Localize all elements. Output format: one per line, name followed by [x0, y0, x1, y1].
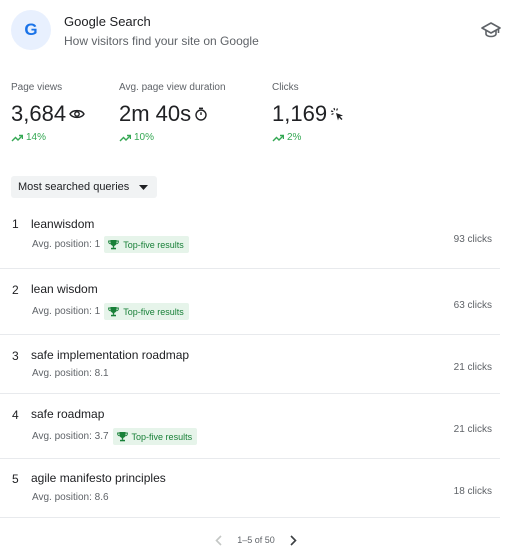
query-text: agile manifesto principles	[31, 471, 166, 485]
query-position-line: Avg. position: 1 Top-five results	[32, 303, 189, 320]
metric-change: 2%	[287, 132, 302, 143]
query-rank: 3	[12, 349, 19, 363]
query-clicks: 21 clicks	[453, 424, 492, 435]
metric-label: Page views	[11, 82, 63, 93]
avg-position: Avg. position: 1	[32, 306, 101, 317]
metric-value: 2m 40s	[119, 101, 192, 126]
query-rank: 5	[12, 472, 19, 486]
metric-change: 10%	[134, 132, 155, 143]
avg-position: Avg. position: 8.6	[32, 492, 109, 503]
query-rank: 2	[12, 283, 19, 297]
top-five-badge: Top-five results	[104, 236, 189, 253]
dropdown-label: Most searched queries	[18, 181, 130, 193]
query-text: leanwisdom	[31, 217, 95, 231]
query-position-line: Avg. position: 1 Top-five results	[32, 236, 189, 253]
metric-page-views: Page views 3,684 14%	[11, 82, 85, 143]
query-clicks: 18 clicks	[453, 486, 492, 497]
metric-avg-duration: Avg. page view duration 2m 40s 10%	[119, 82, 226, 143]
next-page-button[interactable]	[287, 533, 301, 547]
query-text: safe roadmap	[31, 407, 105, 421]
avg-position: Avg. position: 1	[32, 239, 101, 250]
badge-label: Top-five results	[123, 239, 184, 250]
trophy-icon	[108, 240, 120, 250]
query-row: 4 safe roadmap Avg. position: 3.7 Top-fi…	[0, 394, 500, 459]
metric-label: Avg. page view duration	[119, 82, 226, 93]
metric-label: Clicks	[272, 82, 299, 93]
trending-up-icon	[119, 134, 131, 141]
google-logo-badge: G	[11, 10, 51, 50]
avg-position: Avg. position: 8.1	[32, 368, 109, 379]
site-header: G Google Search How visitors find your s…	[11, 10, 501, 54]
query-rank: 1	[12, 217, 19, 231]
previous-page-button[interactable]	[211, 533, 225, 547]
top-five-badge: Top-five results	[104, 303, 189, 320]
badge-label: Top-five results	[131, 431, 193, 442]
query-text: lean wisdom	[31, 282, 98, 296]
trending-up-icon	[272, 134, 284, 141]
query-clicks: 93 clicks	[453, 234, 492, 245]
query-clicks: 21 clicks	[453, 362, 492, 373]
click-icon	[330, 107, 344, 121]
query-rank: 4	[12, 408, 19, 422]
query-row: 5 agile manifesto principles Avg. positi…	[0, 459, 500, 518]
chevron-left-icon	[215, 534, 222, 546]
pagination: 1–5 of 50	[0, 531, 512, 549]
metrics-panel: Page views 3,684 14% Avg. page view dura…	[11, 82, 501, 152]
avg-position: Avg. position: 3.7	[32, 431, 109, 442]
trophy-icon	[116, 432, 128, 442]
metric-value: 1,169	[272, 101, 328, 126]
query-position-line: Avg. position: 8.1	[32, 368, 109, 379]
graduation-cap-icon[interactable]	[481, 21, 501, 39]
metric-value: 3,684	[11, 101, 67, 126]
query-row: 3 safe implementation roadmap Avg. posit…	[0, 335, 500, 394]
query-position-line: Avg. position: 3.7 Top-five results	[32, 428, 198, 445]
top-five-badge: Top-five results	[112, 428, 198, 445]
trending-up-icon	[11, 134, 23, 141]
page-subtitle: How visitors find your site on Google	[64, 34, 259, 48]
metric-clicks: Clicks 1,169 2%	[272, 82, 344, 143]
google-logo-letter: G	[24, 20, 38, 39]
query-position-line: Avg. position: 8.6	[32, 492, 109, 503]
caret-down-icon	[139, 184, 149, 190]
metric-change: 14%	[26, 132, 47, 143]
query-row: 1 leanwisdom Avg. position: 1 Top-five r…	[0, 208, 500, 269]
query-list: 1 leanwisdom Avg. position: 1 Top-five r…	[0, 208, 512, 518]
query-text: safe implementation roadmap	[31, 348, 190, 362]
chevron-right-icon	[290, 534, 297, 546]
query-clicks: 63 clicks	[453, 300, 492, 311]
eye-icon	[69, 109, 85, 119]
page-title: Google Search	[64, 14, 151, 29]
trophy-icon	[108, 307, 120, 317]
timer-icon	[195, 107, 207, 121]
page-range: 1–5 of 50	[237, 535, 275, 545]
badge-label: Top-five results	[123, 306, 184, 317]
query-row: 2 lean wisdom Avg. position: 1 Top-five …	[0, 269, 500, 335]
query-type-dropdown[interactable]: Most searched queries	[11, 176, 158, 198]
